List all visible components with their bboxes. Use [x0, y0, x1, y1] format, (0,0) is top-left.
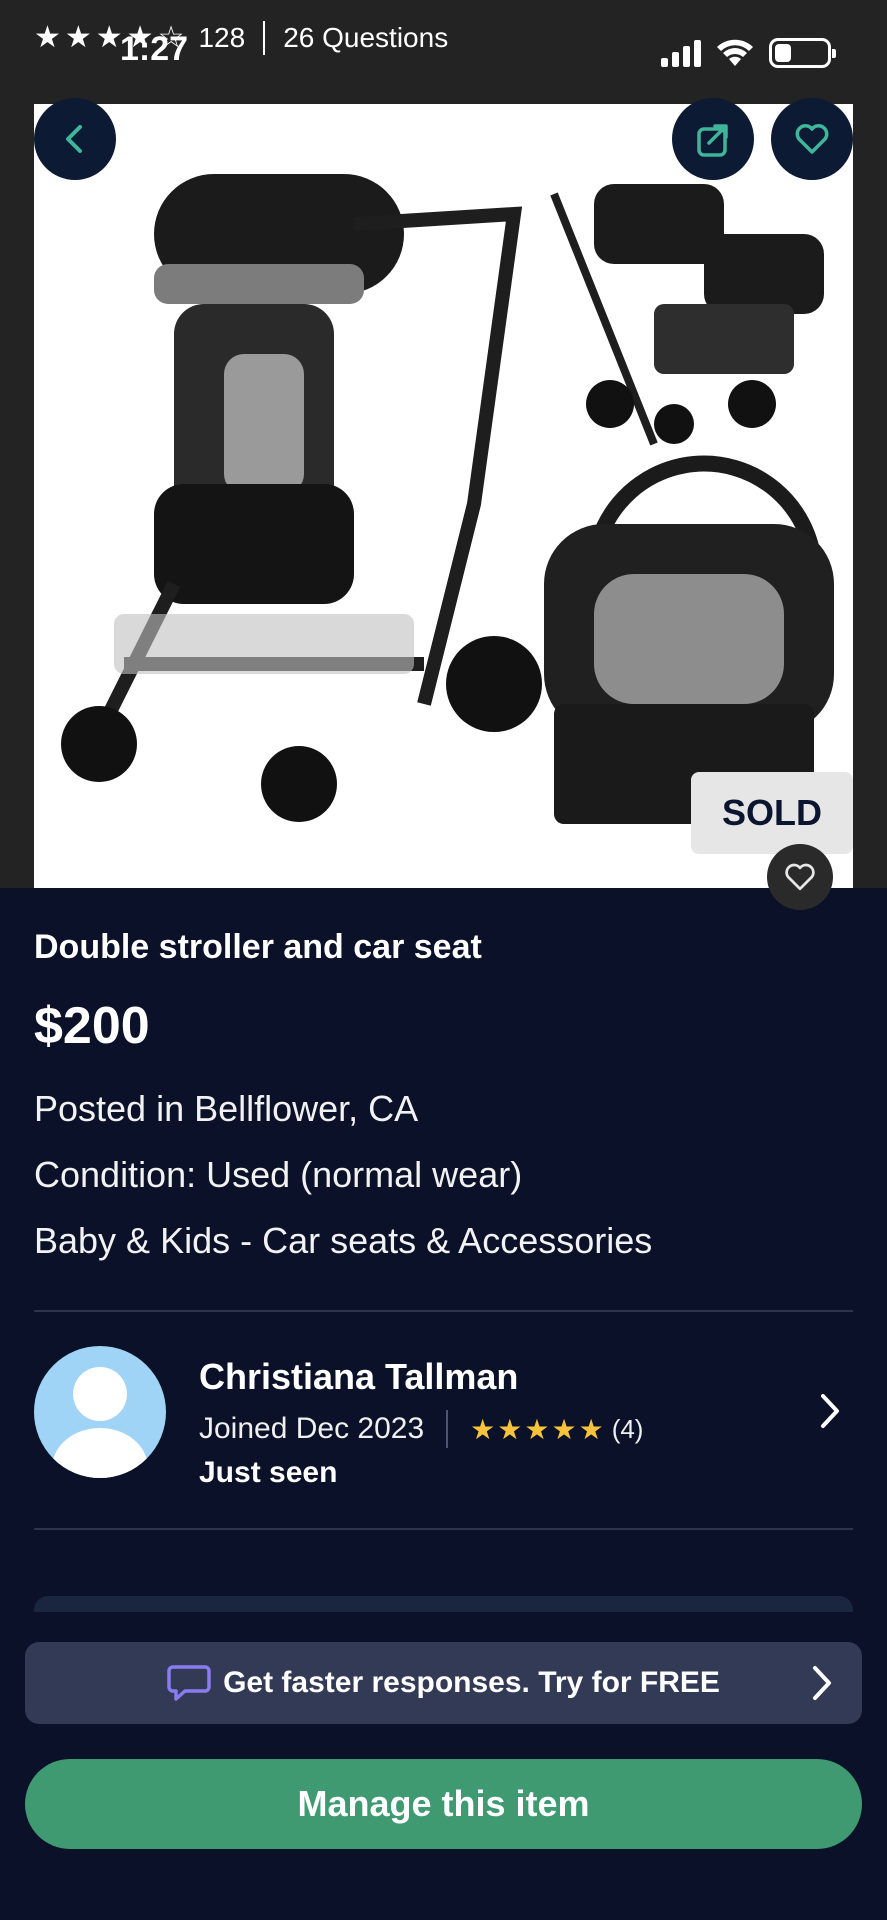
faster-responses-promo[interactable]: Get faster responses. Try for FREE [25, 1642, 862, 1724]
seller-info-row: Joined Dec 2023 ★★★★★ (4) [199, 1410, 643, 1448]
promo-text: Get faster responses. Try for FREE [223, 1666, 720, 1699]
cellular-signal-icon [661, 39, 701, 67]
seller-last-seen: Just seen [199, 1456, 338, 1489]
seller-joined-date: Joined Dec 2023 [199, 1412, 425, 1445]
divider-top [34, 1310, 853, 1312]
seller-info-separator [446, 1410, 449, 1448]
rating-separator [263, 20, 266, 55]
share-button[interactable] [672, 98, 754, 180]
manage-item-button[interactable]: Manage this item [25, 1759, 862, 1849]
sheet-edge [34, 1596, 853, 1612]
stroller-illustration [61, 174, 834, 824]
heart-icon [795, 124, 829, 154]
wifi-icon [717, 39, 753, 66]
seller-review-count: (4) [611, 1413, 644, 1444]
questions-link[interactable]: 26 Questions [283, 22, 448, 54]
sold-badge: SOLD [691, 772, 853, 854]
rating-count: 128 [198, 21, 246, 53]
chevron-right-icon [813, 1666, 831, 1700]
chevron-left-icon [66, 125, 82, 153]
product-rating-line[interactable]: ★★★★☆ 128 26 Questions [34, 20, 448, 55]
listing-category[interactable]: Baby & Kids - Car seats & Accessories [34, 1220, 652, 1262]
listing-price: $200 [34, 997, 150, 1055]
status-icons [661, 38, 836, 68]
battery-icon [769, 38, 836, 68]
divider-bottom [34, 1528, 853, 1530]
listing-location: Posted in Bellflower, CA [34, 1088, 419, 1129]
listing-title: Double stroller and car seat [34, 928, 482, 966]
back-button[interactable] [34, 98, 116, 180]
seller-rating-stars: ★★★★★ [470, 1413, 606, 1445]
status-time: 1:27 [120, 30, 189, 68]
chat-bubble-icon [167, 1665, 211, 1701]
share-icon [697, 124, 728, 157]
listing-condition: Condition: Used (normal wear) [34, 1154, 523, 1195]
chevron-right-icon [821, 1394, 839, 1428]
product-image[interactable] [34, 104, 853, 888]
favorite-button[interactable] [771, 98, 853, 180]
seller-card[interactable]: Christiana Tallman Joined Dec 2023 ★★★★★… [34, 1346, 853, 1489]
seller-name: Christiana Tallman [199, 1356, 519, 1397]
image-heart-icon[interactable] [767, 844, 833, 910]
avatar [34, 1346, 166, 1478]
status-bar: ★★★★☆ 128 26 Questions 1:27 [0, 0, 887, 80]
